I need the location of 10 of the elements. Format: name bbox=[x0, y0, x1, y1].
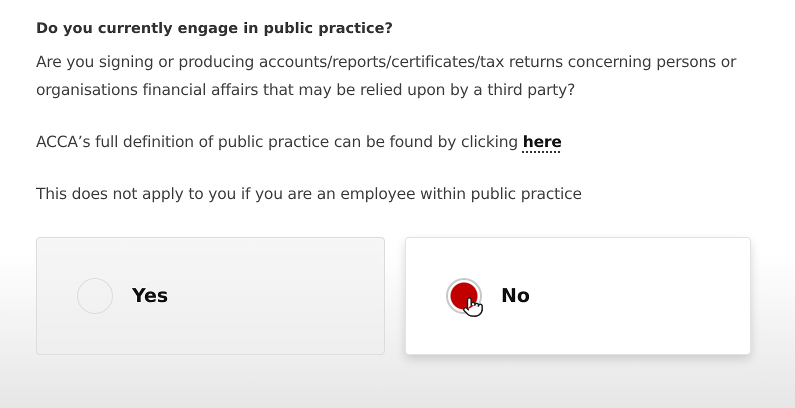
question-title: Do you currently engage in public practice? bbox=[36, 20, 394, 39]
option-card[interactable]: No bbox=[405, 237, 751, 355]
question-description: Are you signing or producing accounts/reports/certificates/tax returns concerning persons or organisations financial affairs that may be relied upon by a third party? bbox=[36, 52, 738, 101]
here-link[interactable]: here bbox=[522, 133, 562, 151]
option-label: Yes bbox=[132, 285, 168, 307]
definition-text: ACCA’s full definition of public practice can be found by clicking here bbox=[36, 132, 563, 153]
note-text: This does not apply to you if you are an employee within public practice bbox=[36, 184, 583, 205]
hand-pointer-icon bbox=[462, 296, 484, 318]
option-label: No bbox=[501, 285, 530, 307]
option-card[interactable]: Yes bbox=[36, 237, 385, 355]
